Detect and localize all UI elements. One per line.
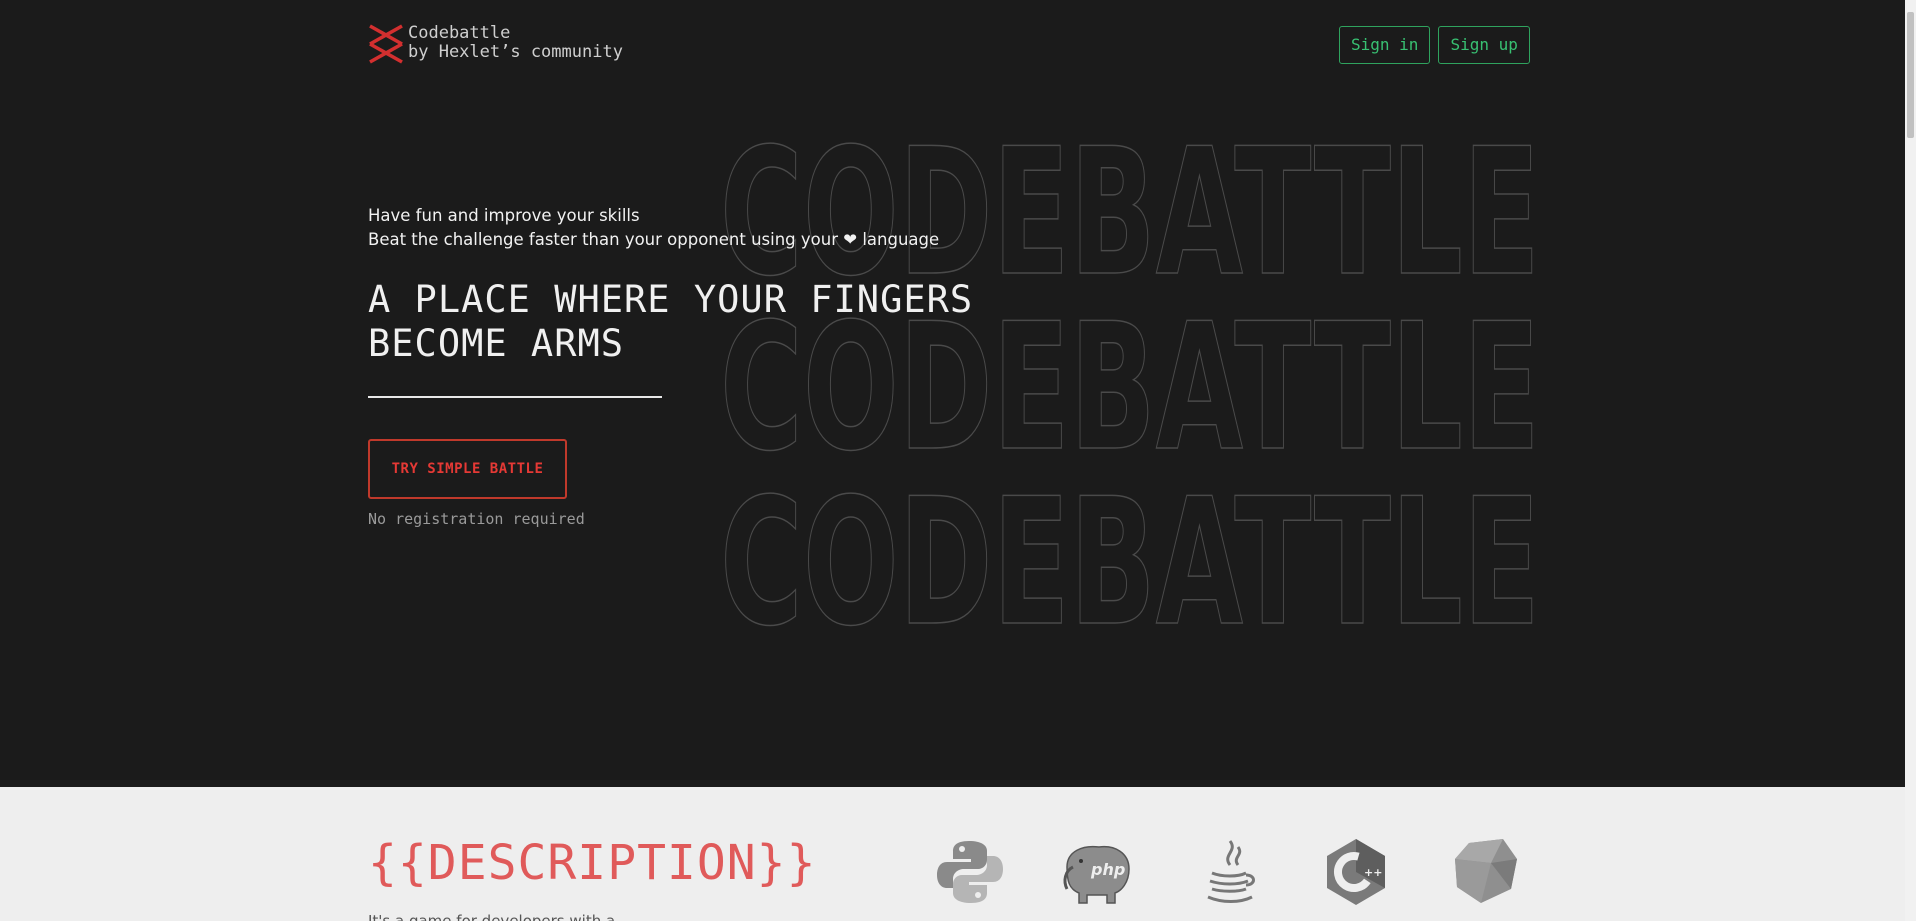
brand[interactable]: Codebattle by Hexlet’s community bbox=[368, 24, 623, 64]
no-registration-note: No registration required bbox=[368, 510, 585, 528]
background-word: CODEBATTLE bbox=[720, 461, 1540, 635]
svg-text:CODEBATTLE: CODEBATTLE bbox=[720, 112, 1540, 285]
sign-in-button[interactable]: Sign in bbox=[1339, 26, 1431, 64]
tagline-1: Have fun and improve your skills bbox=[368, 206, 640, 225]
description-section: {{DESCRIPTION}} It's a game for develope… bbox=[0, 787, 1905, 921]
heart-icon: ❤ bbox=[843, 230, 858, 249]
page-scrollbar[interactable] bbox=[1905, 0, 1916, 921]
svg-text:CODEBATTLE: CODEBATTLE bbox=[720, 462, 1540, 635]
cpp-icon: ++ bbox=[1327, 839, 1385, 905]
tagline-2: Beat the challenge faster than your oppo… bbox=[368, 230, 939, 249]
background-word: CODEBATTLE bbox=[720, 111, 1540, 285]
brand-name: Codebattle bbox=[408, 23, 511, 43]
python-icon bbox=[937, 841, 1003, 903]
description-title: {{DESCRIPTION}} bbox=[368, 835, 817, 891]
svg-text:php: php bbox=[1090, 860, 1125, 879]
headline-divider bbox=[368, 396, 662, 398]
tagline-2-start: Beat the challenge faster than your oppo… bbox=[368, 230, 838, 249]
headline-line-2: BECOME ARMS bbox=[368, 322, 625, 365]
php-icon: php bbox=[1063, 845, 1130, 904]
description-text: It's a game for developers with a bbox=[368, 912, 616, 921]
hero-headline: A PLACE WHERE YOUR FINGERS BECOME ARMS bbox=[368, 278, 973, 366]
svg-text:++: ++ bbox=[1364, 866, 1382, 879]
hero-section: Codebattle by Hexlet’s community Sign in… bbox=[0, 0, 1905, 787]
headline-line-1: A PLACE WHERE YOUR FINGERS bbox=[368, 278, 974, 321]
tagline-2-end: language bbox=[862, 230, 940, 249]
auth-buttons: Sign in Sign up bbox=[1339, 26, 1530, 64]
try-simple-battle-button[interactable]: TRY SIMPLE BATTLE bbox=[368, 439, 567, 499]
codebattle-logo-icon bbox=[369, 24, 403, 64]
ruby-icon bbox=[1455, 839, 1517, 903]
java-icon bbox=[1207, 840, 1255, 903]
brand-subtitle: by Hexlet’s community bbox=[408, 42, 623, 62]
sign-up-button[interactable]: Sign up bbox=[1438, 26, 1530, 64]
scrollbar-thumb[interactable] bbox=[1907, 12, 1914, 138]
